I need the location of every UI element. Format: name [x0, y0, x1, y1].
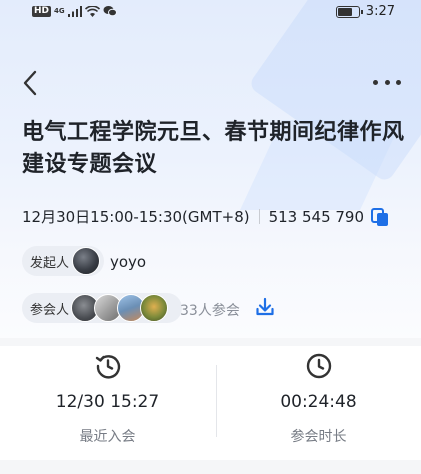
participant-count: 33人参会: [180, 303, 240, 319]
battery-icon: [335, 5, 363, 18]
back-button[interactable]: [18, 68, 44, 98]
status-bar: HD 4G 3:27: [0, 0, 421, 28]
more-button[interactable]: [373, 74, 401, 90]
download-button[interactable]: [255, 297, 275, 317]
meeting-title: 电气工程学院元旦、春节期间纪律作风建设专题会议: [22, 120, 405, 177]
more-dot: [384, 79, 390, 85]
meeting-time: 12月30日15:00-15:30(GMT+8): [22, 208, 250, 226]
download-icon: [256, 297, 274, 316]
last-join-value: 12/30 15:27: [55, 392, 160, 412]
avatar: [140, 294, 169, 322]
wechat-icon: [103, 6, 117, 17]
network-type: 4G: [54, 6, 65, 15]
copy-button[interactable]: [370, 207, 390, 227]
meeting-info-row: 12月30日15:00-15:30(GMT+8) 513 545 790: [22, 206, 390, 227]
stat-last-join: 12/30 15:27 最近入会: [0, 352, 215, 446]
status-time: 3:27: [365, 4, 395, 19]
clock-icon: [306, 353, 331, 379]
divider: [258, 209, 260, 224]
duration-value: 00:24:48: [280, 392, 357, 412]
history-icon: [95, 355, 120, 379]
chevron-left-icon: [23, 70, 37, 96]
hd-badge: HD: [32, 5, 52, 17]
more-dot: [396, 79, 401, 85]
organizer-chip[interactable]: 发起人: [22, 246, 104, 276]
wifi-icon: [84, 5, 100, 17]
organizer-name: yoyo: [110, 253, 147, 271]
more-horizontal-icon: [373, 79, 378, 85]
copy-icon: [371, 207, 389, 226]
meeting-id: 513 545 790: [268, 207, 365, 226]
avatar: [72, 247, 101, 275]
participants-chip[interactable]: 参会人: [22, 293, 182, 323]
organizer-label: 发起人: [30, 255, 70, 271]
stat-duration: 00:24:48 参会时长: [216, 352, 421, 446]
bottom-divider: [0, 460, 421, 474]
duration-label: 参会时长: [290, 429, 347, 445]
participants-label: 参会人: [30, 302, 70, 318]
section-divider: [0, 338, 421, 346]
signal-icon: [67, 5, 82, 17]
last-join-label: 最近入会: [79, 429, 136, 445]
